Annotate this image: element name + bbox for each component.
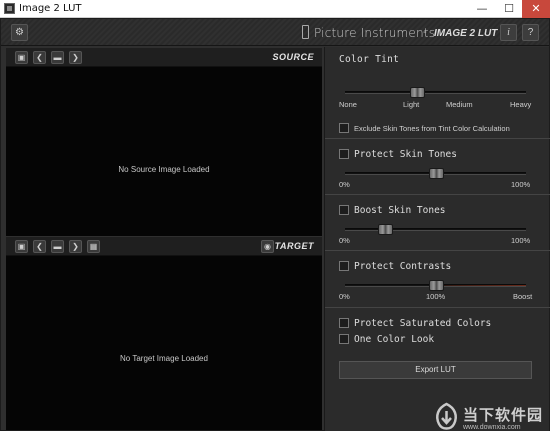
protect-saturated-colors-checkbox[interactable]	[339, 318, 349, 328]
protect-contrasts-label: Protect Contrasts	[354, 261, 452, 272]
preview-eye-icon[interactable]: ◉	[261, 240, 274, 253]
app-icon	[4, 3, 15, 14]
boost-skin-tones-slider[interactable]	[345, 224, 526, 235]
next-image-icon[interactable]: ❯	[69, 51, 82, 64]
color-tint-slider-thumb[interactable]	[410, 87, 426, 98]
save-icon[interactable]: ▣	[15, 51, 28, 64]
contrasts-max-label: Boost	[513, 292, 533, 301]
settings-panel: Color Tint None Light Medium Heavy Exclu…	[324, 47, 550, 431]
help-button[interactable]: ?	[522, 24, 539, 41]
export-lut-button[interactable]: Export LUT	[339, 361, 532, 379]
protect-saturated-colors-label: Protect Saturated Colors	[354, 318, 492, 329]
save-icon[interactable]: ▣	[15, 240, 28, 253]
window-titlebar: Image 2 LUT — ☐ ✕	[0, 0, 550, 18]
watermark-logo-icon	[436, 402, 457, 430]
protect-skin-tones-label: Protect Skin Tones	[354, 149, 457, 160]
boost-skin-tones-slider-thumb[interactable]	[377, 224, 393, 235]
target-pane-header: ▣ ❮ ▬ ❯ ▦ ◉ TARGET	[6, 237, 322, 256]
app-toolbar: ⚙ Picture Instruments - IMAGE 2 LUT i ?	[1, 19, 549, 46]
previous-image-icon[interactable]: ❮	[33, 51, 46, 64]
boost-skin-tones-section: Boost Skin Tones 0% 100%	[325, 195, 550, 251]
contrasts-min-label: 0%	[339, 292, 350, 301]
protect-skin-max-label: 100%	[511, 180, 531, 189]
protect-skin-tones-checkbox[interactable]	[339, 149, 349, 159]
info-button[interactable]: i	[500, 24, 517, 41]
tint-tick-light: Light	[403, 100, 420, 109]
watermark-text: 当下软件园	[463, 406, 544, 424]
exclude-skin-tones-label: Exclude Skin Tones from Tint Color Calcu…	[354, 124, 510, 133]
open-folder-icon[interactable]: ▬	[51, 51, 64, 64]
watermark-url: www.downxia.com	[463, 424, 521, 431]
target-empty-message: No Target Image Loaded	[120, 354, 208, 363]
source-pane-header: ▣ ❮ ▬ ❯ SOURCE	[6, 48, 322, 67]
protect-contrasts-slider[interactable]	[345, 280, 526, 291]
target-label: TARGET	[274, 241, 314, 251]
close-button[interactable]: ✕	[522, 0, 550, 18]
boost-skin-max-label: 100%	[511, 236, 531, 245]
protect-skin-min-label: 0%	[339, 180, 350, 189]
window-title: Image 2 LUT	[19, 3, 82, 14]
picture-instruments-logo-icon	[302, 25, 309, 39]
color-tint-slider[interactable]	[345, 87, 526, 98]
color-tint-title: Color Tint	[339, 54, 400, 65]
grid-view-icon[interactable]: ▦	[87, 240, 100, 253]
tint-tick-medium: Medium	[446, 100, 473, 109]
settings-gear-icon[interactable]: ⚙	[11, 24, 28, 41]
one-color-look-label: One Color Look	[354, 334, 435, 345]
boost-skin-tones-label: Boost Skin Tones	[354, 205, 446, 216]
tint-tick-none: None	[339, 100, 357, 109]
protect-contrasts-section: Protect Contrasts 0% 100% Boost	[325, 251, 550, 308]
source-empty-message: No Source Image Loaded	[118, 165, 210, 174]
protect-contrasts-checkbox[interactable]	[339, 261, 349, 271]
source-image-area[interactable]: No Source Image Loaded	[6, 67, 322, 236]
color-tint-section: Color Tint None Light Medium Heavy Exclu…	[325, 47, 550, 139]
brand-name: Picture Instruments	[314, 26, 436, 40]
contrasts-mid-label: 100%	[426, 292, 446, 301]
next-image-icon[interactable]: ❯	[69, 240, 82, 253]
target-image-area[interactable]: No Target Image Loaded	[6, 256, 322, 430]
previous-image-icon[interactable]: ❮	[33, 240, 46, 253]
brand-separator: -	[423, 26, 427, 38]
app-window: ⚙ Picture Instruments - IMAGE 2 LUT i ? …	[0, 18, 550, 431]
app-name: IMAGE 2 LUT	[434, 28, 498, 39]
one-color-look-checkbox[interactable]	[339, 334, 349, 344]
protect-skin-tones-section: Protect Skin Tones 0% 100%	[325, 139, 550, 195]
boost-skin-min-label: 0%	[339, 236, 350, 245]
maximize-button[interactable]: ☐	[496, 0, 522, 18]
protect-contrasts-slider-thumb[interactable]	[428, 280, 444, 291]
minimize-button[interactable]: —	[469, 0, 495, 18]
open-folder-icon[interactable]: ▬	[51, 240, 64, 253]
color-options-section: Protect Saturated Colors One Color Look	[325, 308, 550, 353]
protect-skin-tones-slider[interactable]	[345, 168, 526, 179]
tint-tick-heavy: Heavy	[510, 100, 532, 109]
boost-skin-tones-checkbox[interactable]	[339, 205, 349, 215]
source-label: SOURCE	[272, 52, 314, 62]
protect-skin-tones-slider-thumb[interactable]	[428, 168, 444, 179]
exclude-skin-tones-checkbox[interactable]	[339, 123, 349, 133]
